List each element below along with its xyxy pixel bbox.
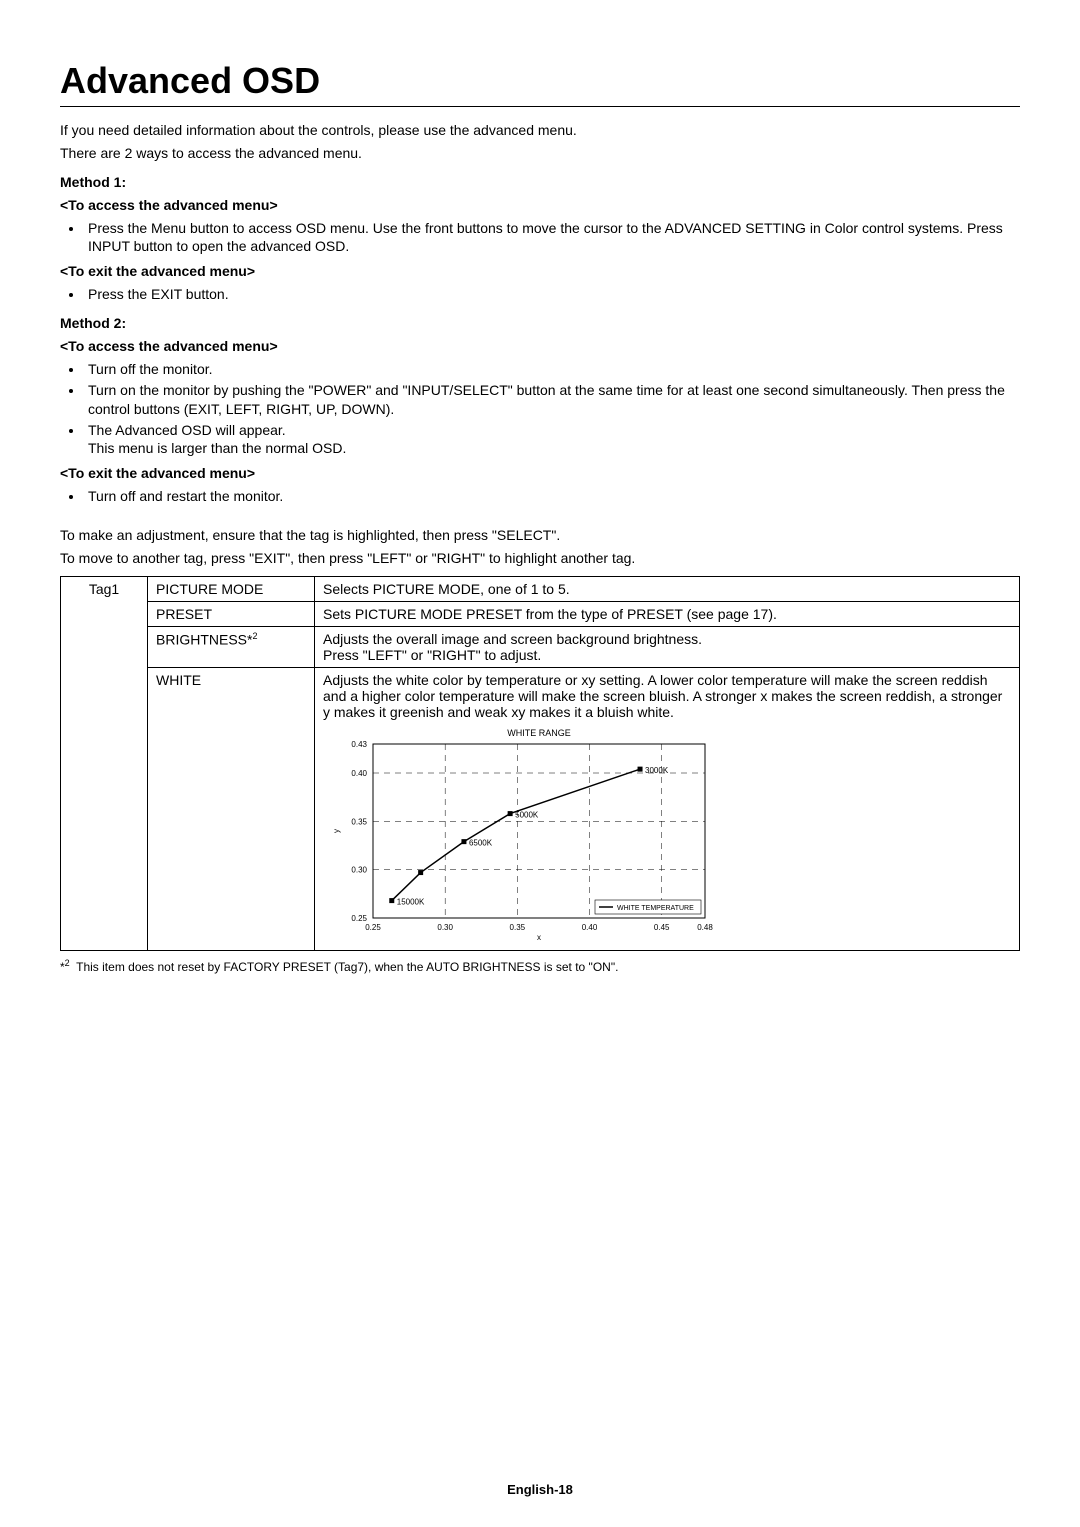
- table-row: BRIGHTNESS*2 Adjusts the overall image a…: [61, 626, 1020, 667]
- setting-name: BRIGHTNESS*2: [148, 626, 315, 667]
- svg-text:0.35: 0.35: [510, 923, 526, 932]
- white-range-chart: WHITE RANGE 0.25 0.30 0.35 0.40 0.45 0.48 0.25 0…: [325, 726, 1011, 946]
- tag-cell: Tag1: [61, 576, 148, 950]
- method1-exit-title: <To exit the advanced menu>: [60, 262, 1020, 281]
- svg-text:6500K: 6500K: [469, 839, 493, 848]
- list-item: Turn on the monitor by pushing the "POWE…: [84, 381, 1020, 419]
- svg-text:5000K: 5000K: [515, 811, 539, 820]
- svg-text:0.40: 0.40: [351, 769, 367, 778]
- list-item: Turn off the monitor.: [84, 360, 1020, 379]
- instruction-line-1: To make an adjustment, ensure that the t…: [60, 526, 1020, 545]
- title-divider: [60, 106, 1020, 107]
- page-footer: English-18: [0, 1482, 1080, 1497]
- method1-exit-list: Press the EXIT button.: [60, 285, 1020, 304]
- list-item: Turn off and restart the monitor.: [84, 487, 1020, 506]
- setting-name: PICTURE MODE: [148, 576, 315, 601]
- setting-desc: Adjusts the white color by temperature o…: [315, 667, 1020, 950]
- footnote: *2 This item does not reset by FACTORY P…: [60, 957, 1020, 975]
- settings-table: Tag1 PICTURE MODE Selects PICTURE MODE, …: [60, 576, 1020, 951]
- svg-text:0.43: 0.43: [351, 740, 367, 749]
- table-row: Tag1 PICTURE MODE Selects PICTURE MODE, …: [61, 576, 1020, 601]
- svg-text:0.45: 0.45: [654, 923, 670, 932]
- svg-text:WHITE TEMPERATURE: WHITE TEMPERATURE: [617, 905, 694, 912]
- setting-desc: Adjusts the overall image and screen bac…: [315, 626, 1020, 667]
- table-row: WHITE Adjusts the white color by tempera…: [61, 667, 1020, 950]
- method2-exit-title: <To exit the advanced menu>: [60, 464, 1020, 483]
- intro-line-2: There are 2 ways to access the advanced …: [60, 144, 1020, 163]
- svg-text:15000K: 15000K: [397, 898, 425, 907]
- method1-heading: Method 1:: [60, 173, 1020, 192]
- method1-access-title: <To access the advanced menu>: [60, 196, 1020, 215]
- svg-text:WHITE RANGE: WHITE RANGE: [507, 728, 571, 738]
- method2-exit-list: Turn off and restart the monitor.: [60, 487, 1020, 506]
- page-title: Advanced OSD: [60, 60, 1020, 102]
- method1-access-list: Press the Menu button to access OSD menu…: [60, 219, 1020, 257]
- svg-text:0.25: 0.25: [365, 923, 381, 932]
- svg-text:0.30: 0.30: [437, 923, 453, 932]
- svg-text:0.25: 0.25: [351, 914, 367, 923]
- list-item: Press the EXIT button.: [84, 285, 1020, 304]
- svg-text:0.40: 0.40: [582, 923, 598, 932]
- method2-access-title: <To access the advanced menu>: [60, 337, 1020, 356]
- list-item: Press the Menu button to access OSD menu…: [84, 219, 1020, 257]
- svg-text:0.35: 0.35: [351, 817, 367, 826]
- table-row: PRESET Sets PICTURE MODE PRESET from the…: [61, 601, 1020, 626]
- method2-access-list: Turn off the monitor. Turn on the monito…: [60, 360, 1020, 458]
- setting-name: WHITE: [148, 667, 315, 950]
- list-item: The Advanced OSD will appear. This menu …: [84, 421, 1020, 459]
- setting-name: PRESET: [148, 601, 315, 626]
- svg-text:y: y: [332, 829, 341, 833]
- svg-text:0.48: 0.48: [697, 923, 713, 932]
- instruction-line-2: To move to another tag, press "EXIT", th…: [60, 549, 1020, 568]
- intro-line-1: If you need detailed information about t…: [60, 121, 1020, 140]
- setting-desc: Sets PICTURE MODE PRESET from the type o…: [315, 601, 1020, 626]
- svg-text:3000K: 3000K: [645, 766, 669, 775]
- setting-desc: Selects PICTURE MODE, one of 1 to 5.: [315, 576, 1020, 601]
- svg-text:0.30: 0.30: [351, 866, 367, 875]
- svg-text:x: x: [537, 933, 541, 942]
- method2-heading: Method 2:: [60, 314, 1020, 333]
